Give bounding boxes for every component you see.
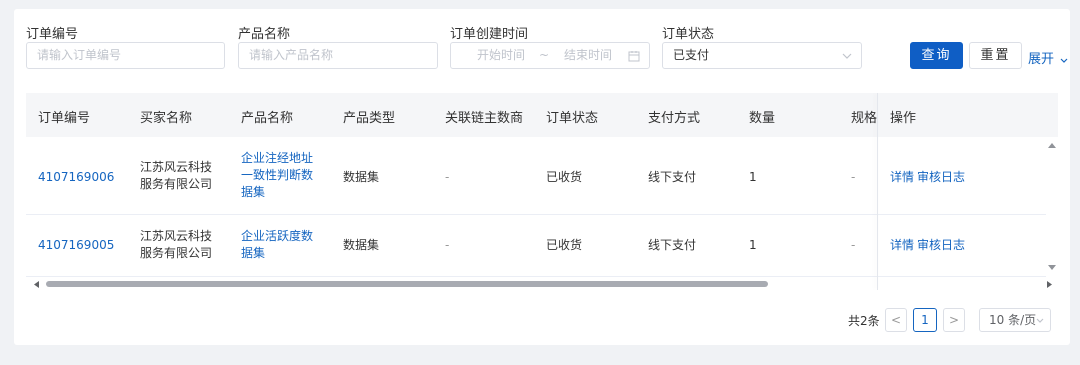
- product-name-input[interactable]: 请输入产品名称: [238, 42, 438, 69]
- buyer-name-line: 江苏风云科技: [140, 160, 213, 174]
- create-time-range[interactable]: 开始时间 ~ 结束时间: [450, 42, 650, 69]
- product-type: 数据集: [343, 238, 380, 252]
- expand-label: 展开: [1028, 52, 1055, 67]
- order-no-label: 订单编号: [26, 27, 79, 42]
- product-name-link[interactable]: 企业活跃度数 据集: [241, 228, 313, 262]
- col-actions: 操作: [890, 111, 917, 126]
- product-name-line: 一致性判断数: [241, 168, 314, 182]
- product-type: 数据集: [343, 170, 380, 184]
- order-no-link[interactable]: 4107169006: [38, 169, 114, 186]
- buyer-name: 江苏风云科技 服务有限公司: [140, 228, 212, 262]
- range-separator: ~: [539, 48, 550, 62]
- spec: -: [851, 238, 856, 252]
- order-status-select[interactable]: 已支付: [662, 42, 862, 69]
- col-status: 订单状态: [546, 111, 599, 126]
- chain-vendor: -: [445, 170, 450, 184]
- page-size-value: 10 条/页: [989, 313, 1037, 327]
- order-query-card: 订单编号 产品名称 订单创建时间 订单状态 请输入订单编号 请输入产品名称 开始…: [14, 9, 1070, 345]
- total-count: 共2条: [848, 314, 880, 328]
- chain-vendor: -: [445, 238, 450, 252]
- col-type: 产品类型: [343, 111, 396, 126]
- col-order-no: 订单编号: [38, 111, 91, 126]
- order-status-label: 订单状态: [662, 27, 715, 42]
- order-status: 已收货: [546, 170, 583, 184]
- chevron-down-icon: [1036, 318, 1044, 323]
- vertical-scrollbar[interactable]: [1046, 137, 1058, 276]
- prev-page-button[interactable]: <: [885, 308, 907, 332]
- detail-link[interactable]: 详情: [890, 169, 914, 186]
- table-row: 4107169005 江苏风云科技 服务有限公司 企业活跃度数 据集 数据集 -…: [26, 215, 1046, 277]
- buyer-name-line: 服务有限公司: [140, 246, 213, 260]
- buyer-name-line: 江苏风云科技: [140, 229, 213, 243]
- end-time-input[interactable]: 结束时间: [564, 43, 612, 68]
- audit-log-link[interactable]: 审核日志: [917, 169, 965, 186]
- chevron-down-icon: [1060, 58, 1068, 63]
- quantity: 1: [749, 238, 757, 252]
- table-header: 订单编号 买家名称 产品名称 产品类型 关联链主数商 订单状态 支付方式 数量 …: [26, 93, 1058, 137]
- quantity: 1: [749, 170, 757, 184]
- orders-table: 订单编号 买家名称 产品名称 产品类型 关联链主数商 订单状态 支付方式 数量 …: [26, 93, 1058, 290]
- detail-link[interactable]: 详情: [890, 237, 914, 254]
- buyer-name: 江苏风云科技 服务有限公司: [140, 159, 212, 193]
- buyer-name-line: 服务有限公司: [140, 177, 213, 191]
- scroll-right-icon[interactable]: [1047, 281, 1052, 288]
- fixed-column-divider: [877, 93, 878, 290]
- product-name-line: 据集: [241, 246, 266, 260]
- spec: -: [851, 170, 856, 184]
- product-name-label: 产品名称: [238, 27, 291, 42]
- calendar-icon: [628, 51, 640, 62]
- payment-method: 线下支付: [648, 170, 697, 184]
- start-time-input[interactable]: 开始时间: [477, 43, 525, 68]
- scroll-up-icon[interactable]: [1048, 143, 1056, 148]
- expand-toggle[interactable]: 展开: [1028, 48, 1068, 67]
- product-name-line: 据集: [241, 185, 266, 199]
- query-button[interactable]: 查询: [910, 42, 963, 69]
- order-no-link[interactable]: 4107169005: [38, 237, 114, 254]
- scroll-down-icon[interactable]: [1048, 265, 1056, 270]
- order-status-value: 已支付: [673, 48, 710, 62]
- order-status: 已收货: [546, 238, 583, 252]
- payment-method: 线下支付: [648, 238, 697, 252]
- col-spec: 规格: [851, 111, 878, 126]
- scroll-left-icon[interactable]: [34, 281, 39, 288]
- horizontal-scroll-thumb[interactable]: [46, 281, 768, 287]
- next-page-button[interactable]: >: [943, 308, 965, 332]
- audit-log-link[interactable]: 审核日志: [917, 237, 965, 254]
- product-name-link[interactable]: 企业注经地址 一致性判断数 据集: [241, 150, 313, 201]
- page-size-select[interactable]: 10 条/页: [979, 308, 1051, 332]
- reset-button[interactable]: 重置: [969, 42, 1022, 69]
- create-time-label: 订单创建时间: [450, 27, 529, 42]
- page-1-button[interactable]: 1: [913, 308, 937, 332]
- product-name-line: 企业注经地址: [241, 151, 314, 165]
- col-qty: 数量: [749, 111, 776, 126]
- col-product: 产品名称: [241, 111, 294, 126]
- horizontal-scrollbar[interactable]: [26, 278, 1058, 290]
- col-chain: 关联链主数商: [445, 111, 524, 126]
- product-name-line: 企业活跃度数: [241, 229, 314, 243]
- col-payment: 支付方式: [648, 111, 701, 126]
- order-no-input[interactable]: 请输入订单编号: [26, 42, 225, 69]
- table-row: 4107169006 江苏风云科技 服务有限公司 企业注经地址 一致性判断数 据…: [26, 137, 1046, 215]
- col-buyer: 买家名称: [140, 111, 193, 126]
- chevron-down-icon: [842, 53, 852, 59]
